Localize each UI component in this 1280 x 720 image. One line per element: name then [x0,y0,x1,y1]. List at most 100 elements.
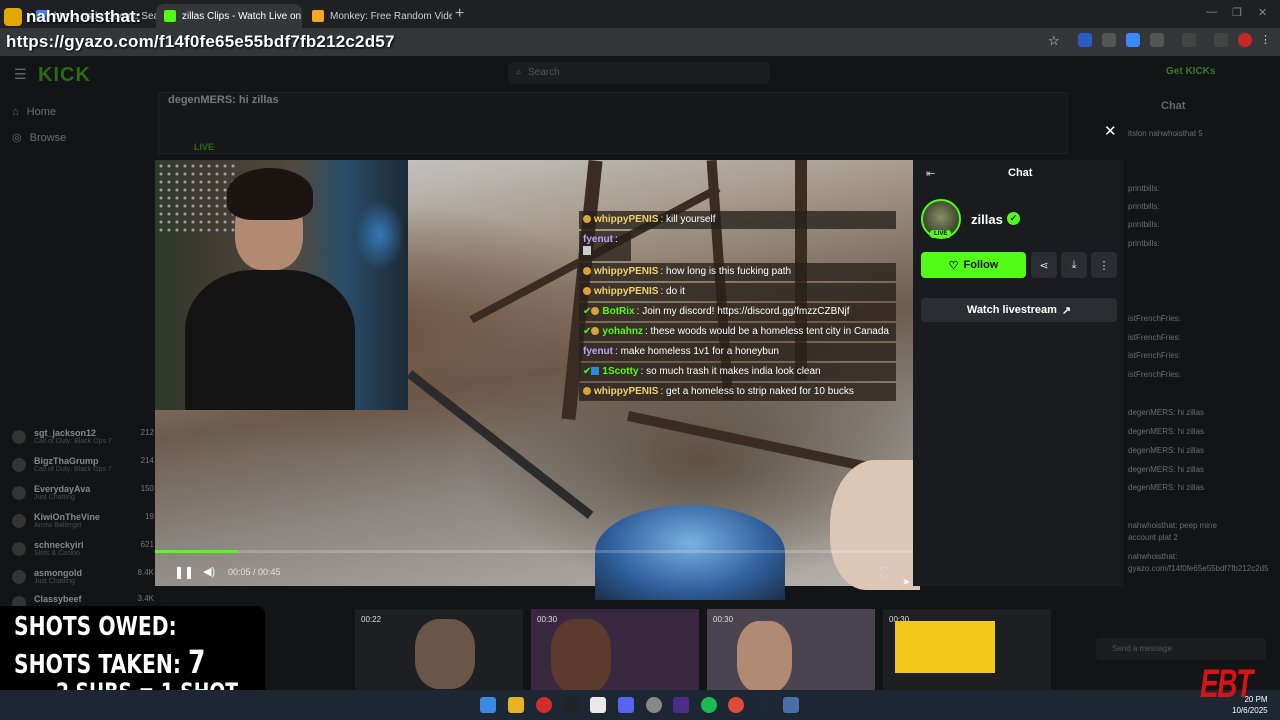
channel-item[interactable]: schneckyirl Slots & Casino 621 [12,540,154,557]
clip-thumbnail[interactable]: 00:30 [707,609,875,690]
chat-username: whippyPENIS [594,286,659,297]
puzzle-icon[interactable] [1150,33,1164,47]
shield-icon[interactable] [1126,33,1140,47]
file-explorer-icon[interactable] [508,697,524,713]
close-icon[interactable]: ✕ [1104,122,1117,140]
clip-thumbnail[interactable]: 00:30 [883,609,1051,690]
webcam-overlay [155,160,408,410]
discord-icon[interactable] [618,697,634,713]
more-button[interactable]: ⋮ [1091,252,1117,278]
badge-icon [591,327,600,335]
profile-avatar[interactable] [1238,33,1252,47]
minimize-icon[interactable]: — [1206,6,1217,18]
tab-monkey[interactable]: Monkey: Free Random Video Chat ✕ [304,4,452,28]
bg-chat-message: gyazo.com/f14f0fe65e55bdf7fb212c2d5 [1128,564,1269,573]
tab-title: Monkey: Free Random Video Chat [330,10,452,22]
downloads-icon[interactable] [1214,33,1228,47]
compass-icon: ◎ [12,132,22,144]
new-tab-icon[interactable]: + [455,5,464,23]
background-chat-title: Chat [1161,100,1186,112]
chrome-icon[interactable] [728,697,744,713]
github-icon[interactable] [563,697,579,713]
windows-start-icon[interactable] [480,697,496,713]
maximize-icon[interactable]: ❐ [1232,6,1242,19]
viewer-count: 621 [140,540,154,549]
overlay-chat: whippyPENIS: kill yourself fyenut: whipp… [579,211,896,403]
extension-icon[interactable] [1102,33,1116,47]
download-icon: ⤓ [1071,258,1077,271]
chat-text: make homeless 1v1 for a honeybun [620,346,779,357]
nav-browse[interactable]: ◎ Browse [12,131,66,145]
watch-livestream-button[interactable]: Watch livestream ↗ [921,298,1117,322]
kick-logo[interactable]: KICK [38,64,91,87]
chatgpt-icon[interactable] [646,697,662,713]
menu-icon[interactable]: ⋮ [1260,33,1274,47]
get-kicks-button[interactable]: Get KICKs [1166,66,1215,77]
search-icon: ⌕ [516,67,522,78]
app-icon[interactable] [783,697,799,713]
bg-chat-message: printbills: [1128,202,1160,211]
app-icon[interactable] [673,697,689,713]
verified-icon: ✔ [583,326,592,337]
volume-icon[interactable]: ◀) [203,565,215,578]
follow-button[interactable]: ♡ Follow [921,252,1026,278]
channel-item[interactable]: EverydayAva Just Chatting 150 [12,484,154,501]
overlay-chat-message: whippyPENIS: kill yourself [579,211,896,229]
verified-icon: ✔ [583,366,592,377]
channel-item[interactable]: asmongold Just Chatting 8.4K [12,568,154,585]
sidebar-icon[interactable] [1182,33,1196,47]
channel-name: EverydayAva [34,484,91,494]
overlay-chat-message: fyenut: [579,231,631,261]
clip-thumbnail[interactable]: 00:30 [531,609,699,690]
overlay-chat-message: fyenut: make homeless 1v1 for a honeybun [579,343,896,361]
bg-chat-message: degenMERS: hi zillas [1128,427,1205,436]
spotify-icon[interactable] [701,697,717,713]
pause-icon[interactable]: ❚❚ [174,565,194,579]
hamburger-icon[interactable]: ☰ [14,66,27,83]
nav-home[interactable]: ⌂ Home [12,106,56,118]
capcut-icon[interactable] [590,697,606,713]
channel-item[interactable]: Classybeef 3.4K [12,594,154,610]
external-link-icon: ↗ [1061,304,1072,317]
chat-username: fyenut [583,346,613,357]
chat-username: yohahnz [602,326,643,337]
share-button[interactable]: ⋖ [1031,252,1057,278]
kick-icon [164,10,176,22]
avatar [12,570,26,584]
fullscreen-icon[interactable]: ⛶ [880,565,888,580]
video-progress-bar[interactable] [155,550,913,553]
download-button[interactable]: ⤓ [1061,252,1087,278]
chat-text: do it [666,286,685,297]
channel-item[interactable]: KiwiOnTheVine Arrow Ballerger 19 [12,512,154,529]
chat-username: whippyPENIS [594,386,659,397]
badge-icon [591,307,600,315]
channel-item[interactable]: BigzThaGrump Call of Duty: Black Ops 7 214 [12,456,154,473]
media-icon[interactable] [536,697,552,713]
channel-name[interactable]: zillas [971,212,1003,227]
channel-name: sgt_jackson12 [34,428,97,438]
bg-chat-message: nahwhoisthat: peep mine [1128,521,1217,530]
channel-name: Classybeef [34,594,82,604]
overlay-chat-message: whippyPENIS: get a homeless to strip nak… [579,383,896,401]
clip-thumbnail[interactable]: 00:22 [355,609,523,690]
badge-icon [583,387,591,395]
bg-chat-message: degenMERS: hi zillas [1128,408,1205,417]
ebt-logo: EBT [1200,662,1253,706]
channel-item[interactable]: sgt_jackson12 Call of Duty: Black Ops 7 21… [12,428,154,445]
chat-text: these woods would be a homeless tent cit… [650,326,889,337]
bg-chat-message: degenMERS: hi zillas [1128,465,1205,474]
tab-kick-clips[interactable]: zillas Clips - Watch Live on Kick ✕ [156,4,302,28]
video-progress-fill [155,550,239,553]
avatar [12,486,26,500]
close-window-icon[interactable]: ✕ [1258,6,1267,19]
overlay-chat-message: whippyPENIS: do it [579,283,896,301]
collapse-icon[interactable]: ⇤ [926,167,935,180]
emote-icon [583,246,591,255]
bookmark-star-icon[interactable]: ☆ [1048,33,1060,49]
extension-icon[interactable] [1078,33,1092,47]
search-input[interactable]: Search [508,62,770,84]
steam-icon[interactable] [755,697,771,713]
bg-chat-message: istFrenchFries: [1128,351,1181,360]
chat-input[interactable]: Send a message [1096,638,1266,660]
viewer-count: 212 [140,428,154,437]
